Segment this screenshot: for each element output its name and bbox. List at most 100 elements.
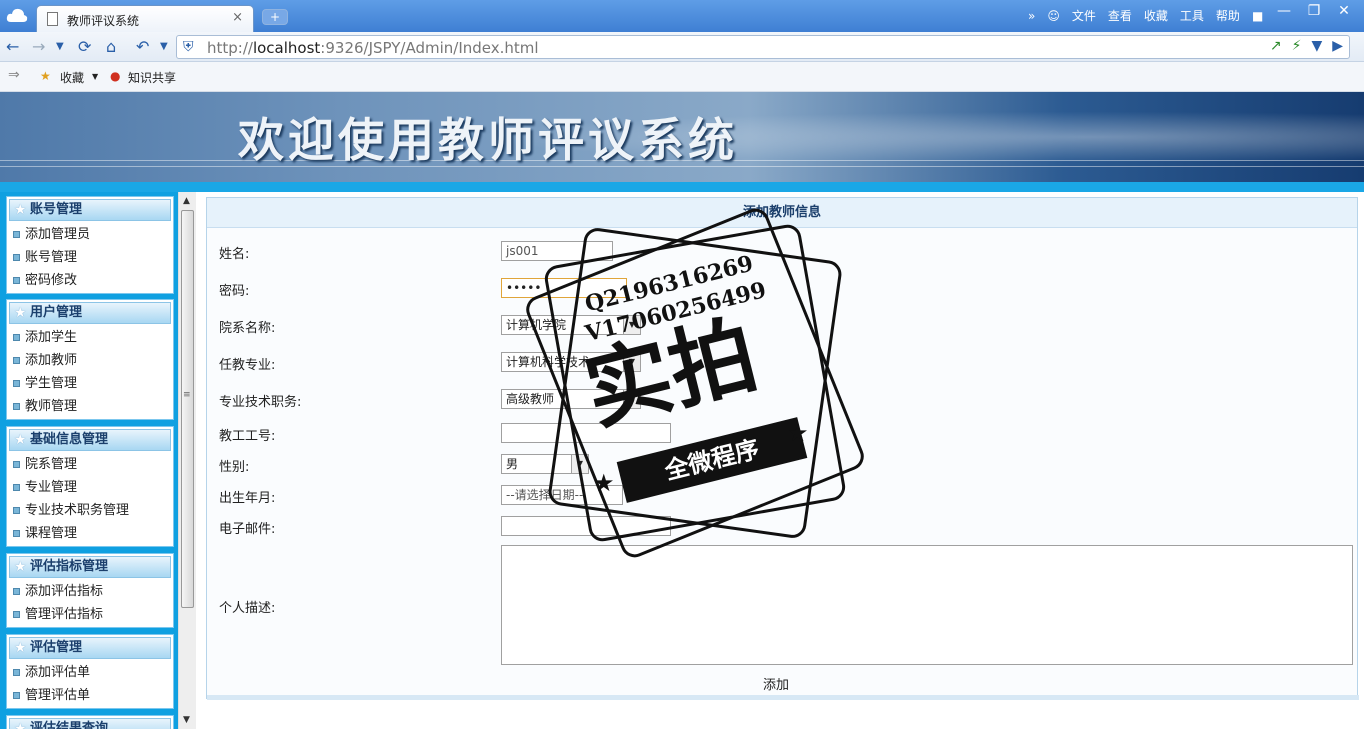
- staffno-input[interactable]: [501, 423, 671, 443]
- star-icon: ★: [14, 640, 27, 656]
- scroll-grip-icon: ≡: [183, 390, 191, 400]
- sidebar-item-add-admin[interactable]: 添加管理员: [7, 223, 173, 246]
- sidebar-toggle-icon[interactable]: ⇒: [8, 67, 20, 83]
- star-icon: ★: [14, 559, 27, 575]
- tab-active[interactable]: 教师评议系统 ×: [36, 5, 254, 32]
- bullet-icon: [13, 507, 20, 514]
- sidebar-item-course-manage[interactable]: 课程管理: [7, 522, 173, 545]
- email-input[interactable]: [501, 516, 671, 536]
- shield-icon: ⛨: [183, 39, 194, 55]
- forward-icon[interactable]: →: [32, 37, 45, 56]
- menu-help[interactable]: 帮助: [1216, 7, 1240, 24]
- address-tools: ↗ ⚡ ▼ ▶: [1270, 38, 1343, 54]
- description-textarea[interactable]: [501, 545, 1353, 665]
- back-icon[interactable]: ←: [6, 37, 19, 56]
- group-header[interactable]: ★ 用户管理: [9, 302, 171, 324]
- sidebar-item-department-manage[interactable]: 院系管理: [7, 453, 173, 476]
- share-logo-icon: ●: [110, 69, 121, 83]
- sidebar-item-add-student[interactable]: 添加学生: [7, 326, 173, 349]
- restore-icon[interactable]: ❐: [1302, 3, 1326, 19]
- scroll-up-icon[interactable]: ▲: [183, 196, 190, 206]
- form-footer-bar: [207, 695, 1359, 700]
- minimize-icon[interactable]: —: [1272, 3, 1296, 19]
- group-header[interactable]: ★ 账号管理: [9, 199, 171, 221]
- group-header[interactable]: ★ 基础信息管理: [9, 429, 171, 451]
- bullet-icon: [13, 611, 20, 618]
- home-icon[interactable]: ⌂: [106, 37, 116, 56]
- major-select[interactable]: 计算机科学技术 ▼: [501, 352, 641, 372]
- sidebar-item-add-indicator[interactable]: 添加评估指标: [7, 580, 173, 603]
- url-text[interactable]: http://localhost:9326/JSPY/Admin/Index.h…: [207, 39, 539, 57]
- bullet-icon: [13, 692, 20, 699]
- favorites-dropdown-icon[interactable]: ▼: [92, 72, 98, 81]
- star-icon: ★: [14, 202, 27, 218]
- password-input[interactable]: •••••: [501, 278, 627, 298]
- close-window-icon[interactable]: ✕: [1332, 3, 1356, 19]
- knowledge-share-link[interactable]: 知识共享: [128, 69, 176, 86]
- bullet-icon: [13, 461, 20, 468]
- chevron-down-icon: ▼: [623, 316, 640, 334]
- major-label: 任教专业:: [219, 358, 276, 373]
- browser-window: 教师评议系统 × + » ☺ 文件 查看 收藏 工具 帮助 ■ — ❐ ✕ ← …: [0, 0, 1364, 729]
- bullet-icon: [13, 334, 20, 341]
- scroll-thumb[interactable]: [181, 210, 194, 608]
- sidebar-item-student-manage[interactable]: 学生管理: [7, 372, 173, 395]
- star-icon: ★: [14, 305, 27, 321]
- go-icon[interactable]: ▶: [1332, 38, 1343, 54]
- lightning-icon[interactable]: ⚡: [1292, 38, 1302, 54]
- page-icon: [47, 12, 58, 26]
- new-tab-button[interactable]: +: [262, 9, 288, 25]
- close-tab-icon[interactable]: ×: [232, 10, 243, 25]
- navigation-bar: ← → ▼ ⟳ ⌂ ↶ ▼ ⛨ http://localhost:9326/JS…: [0, 32, 1364, 62]
- share-icon[interactable]: ↗: [1270, 38, 1282, 54]
- add-button[interactable]: 添加: [763, 674, 789, 693]
- gender-select[interactable]: 男 ▼: [501, 454, 589, 474]
- menu-favorites[interactable]: 收藏: [1144, 7, 1168, 24]
- menu-tools[interactable]: 工具: [1180, 7, 1204, 24]
- sidebar-item-manage-form[interactable]: 管理评估单: [7, 684, 173, 707]
- sidebar-scrollbar[interactable]: ▲ ≡ ▼: [178, 192, 196, 729]
- staffno-label: 教工工号:: [219, 429, 276, 444]
- group-header[interactable]: ★ 评估指标管理: [9, 556, 171, 578]
- menu-bar: » ☺ 文件 查看 收藏 工具 帮助 ■: [1028, 7, 1263, 24]
- sidebar-item-major-manage[interactable]: 专业管理: [7, 476, 173, 499]
- department-select[interactable]: 计算机学院 ▼: [501, 315, 641, 335]
- sidebar-item-title-manage[interactable]: 专业技术职务管理: [7, 499, 173, 522]
- teacher-form-panel: 添加教师信息 姓名: js001 密码: ••••• 院系名称: 计算机学院 ▼ …: [206, 197, 1359, 700]
- title-select[interactable]: 高级教师 ▼: [501, 389, 641, 409]
- sidebar-item-add-form[interactable]: 添加评估单: [7, 661, 173, 684]
- undo-dropdown-icon[interactable]: ▼: [160, 41, 168, 52]
- address-bar[interactable]: ⛨ http://localhost:9326/JSPY/Admin/Index…: [176, 35, 1350, 59]
- sidebar-item-manage-indicator[interactable]: 管理评估指标: [7, 603, 173, 626]
- sidebar-item-account-manage[interactable]: 账号管理: [7, 246, 173, 269]
- group-users: ★ 用户管理 添加学生 添加教师 学生管理 教师管理: [6, 299, 174, 420]
- window-controls: — ❐ ✕: [1272, 3, 1356, 19]
- group-header[interactable]: ★ 评估结果查询: [9, 718, 171, 729]
- password-label: 密码:: [219, 284, 250, 299]
- user-icon[interactable]: ☺: [1047, 9, 1060, 23]
- scroll-down-icon[interactable]: ▼: [183, 715, 190, 725]
- main-content: 添加教师信息 姓名: js001 密码: ••••• 院系名称: 计算机学院 ▼ …: [196, 192, 1364, 729]
- department-label: 院系名称:: [219, 321, 276, 336]
- birth-label: 出生年月:: [219, 491, 276, 506]
- skin-icon[interactable]: ■: [1252, 9, 1263, 23]
- sidebar-item-change-password[interactable]: 密码修改: [7, 269, 173, 292]
- bullet-icon: [13, 403, 20, 410]
- dropdown-icon[interactable]: ▼: [1311, 38, 1322, 54]
- refresh-icon[interactable]: ⟳: [78, 37, 91, 56]
- group-header[interactable]: ★ 评估管理: [9, 637, 171, 659]
- birth-input[interactable]: --请选择日期--: [501, 485, 623, 505]
- menu-file[interactable]: 文件: [1072, 7, 1096, 24]
- undo-icon[interactable]: ↶: [136, 37, 149, 56]
- more-icon[interactable]: »: [1028, 9, 1035, 23]
- favorites-button[interactable]: 收藏: [60, 69, 84, 86]
- sidebar-item-teacher-manage[interactable]: 教师管理: [7, 395, 173, 418]
- bullet-icon: [13, 380, 20, 387]
- chevron-down-icon: ▼: [623, 390, 640, 408]
- title-label: 专业技术职务:: [219, 395, 302, 410]
- history-dropdown-icon[interactable]: ▼: [56, 41, 64, 52]
- sidebar-item-add-teacher[interactable]: 添加教师: [7, 349, 173, 372]
- menu-view[interactable]: 查看: [1108, 7, 1132, 24]
- name-input[interactable]: js001: [501, 241, 613, 261]
- group-evaluation: ★ 评估管理 添加评估单 管理评估单: [6, 634, 174, 709]
